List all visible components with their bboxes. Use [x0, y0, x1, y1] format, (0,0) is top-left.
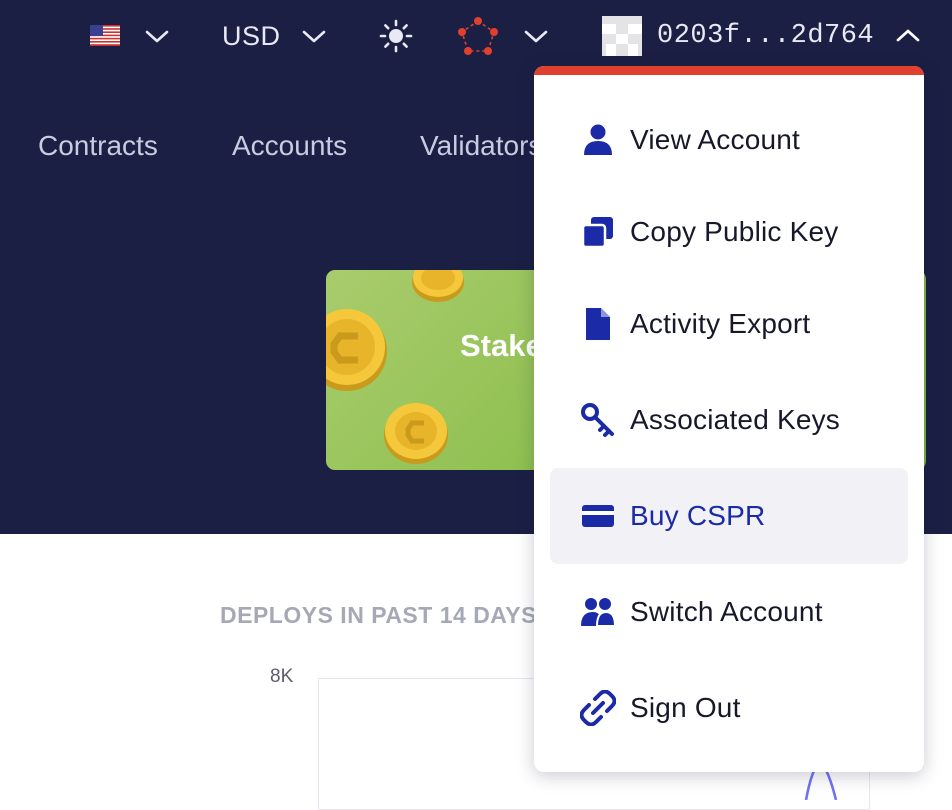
account-avatar-icon[interactable]	[602, 16, 642, 56]
sun-icon[interactable]	[379, 19, 413, 53]
user-icon	[584, 124, 612, 155]
currency-selector[interactable]: USD	[222, 20, 281, 52]
menu-item-activity-export[interactable]: Activity Export	[550, 276, 908, 372]
top-bar: USD 0203f...2d764	[0, 0, 952, 72]
chevron-down-icon[interactable]	[522, 26, 550, 46]
copy-icon	[581, 217, 613, 249]
menu-item-buy-cspr[interactable]: Buy CSPR	[550, 468, 908, 564]
nav-item-validators[interactable]: Validators	[420, 130, 542, 162]
account-dropdown-menu: View Account Copy Public Key Activity Ex…	[534, 66, 924, 772]
us-flag-icon[interactable]	[90, 25, 120, 46]
banner-title: Stake	[460, 328, 543, 363]
nav-item-accounts[interactable]: Accounts	[232, 130, 347, 162]
key-icon	[581, 403, 614, 437]
network-icon[interactable]	[457, 16, 499, 58]
file-icon	[586, 308, 610, 340]
coin-icon	[384, 403, 448, 464]
chart-title: DEPLOYS IN PAST 14 DAYS	[220, 602, 537, 628]
chevron-down-icon[interactable]	[143, 26, 171, 46]
account-public-key[interactable]: 0203f...2d764	[657, 20, 874, 52]
menu-item-label: View Account	[630, 124, 800, 155]
menu-item-switch-account[interactable]: Switch Account	[550, 564, 908, 660]
menu-item-label: Copy Public Key	[630, 216, 839, 247]
dropdown-accent-bar	[534, 66, 924, 75]
chevron-down-icon[interactable]	[300, 26, 328, 46]
credit-card-icon	[582, 505, 614, 527]
menu-item-view-account[interactable]: View Account	[550, 92, 908, 188]
coin-icon	[412, 270, 464, 302]
menu-item-label: Associated Keys	[630, 404, 840, 435]
menu-item-label: Switch Account	[630, 596, 823, 627]
menu-item-label: Activity Export	[630, 308, 811, 339]
menu-item-sign-out[interactable]: Sign Out	[550, 660, 908, 756]
menu-item-label: Buy CSPR	[630, 500, 766, 531]
chevron-up-icon[interactable]	[894, 26, 922, 46]
menu-item-label: Sign Out	[630, 692, 741, 723]
coin-icon	[326, 309, 387, 391]
menu-item-copy-public-key[interactable]: Copy Public Key	[550, 184, 908, 280]
users-icon	[581, 598, 616, 627]
unlink-icon	[580, 690, 616, 726]
chart-y-tick-label: 8K	[270, 666, 294, 687]
menu-item-associated-keys[interactable]: Associated Keys	[550, 372, 908, 468]
nav-item-contracts[interactable]: Contracts	[38, 130, 158, 162]
